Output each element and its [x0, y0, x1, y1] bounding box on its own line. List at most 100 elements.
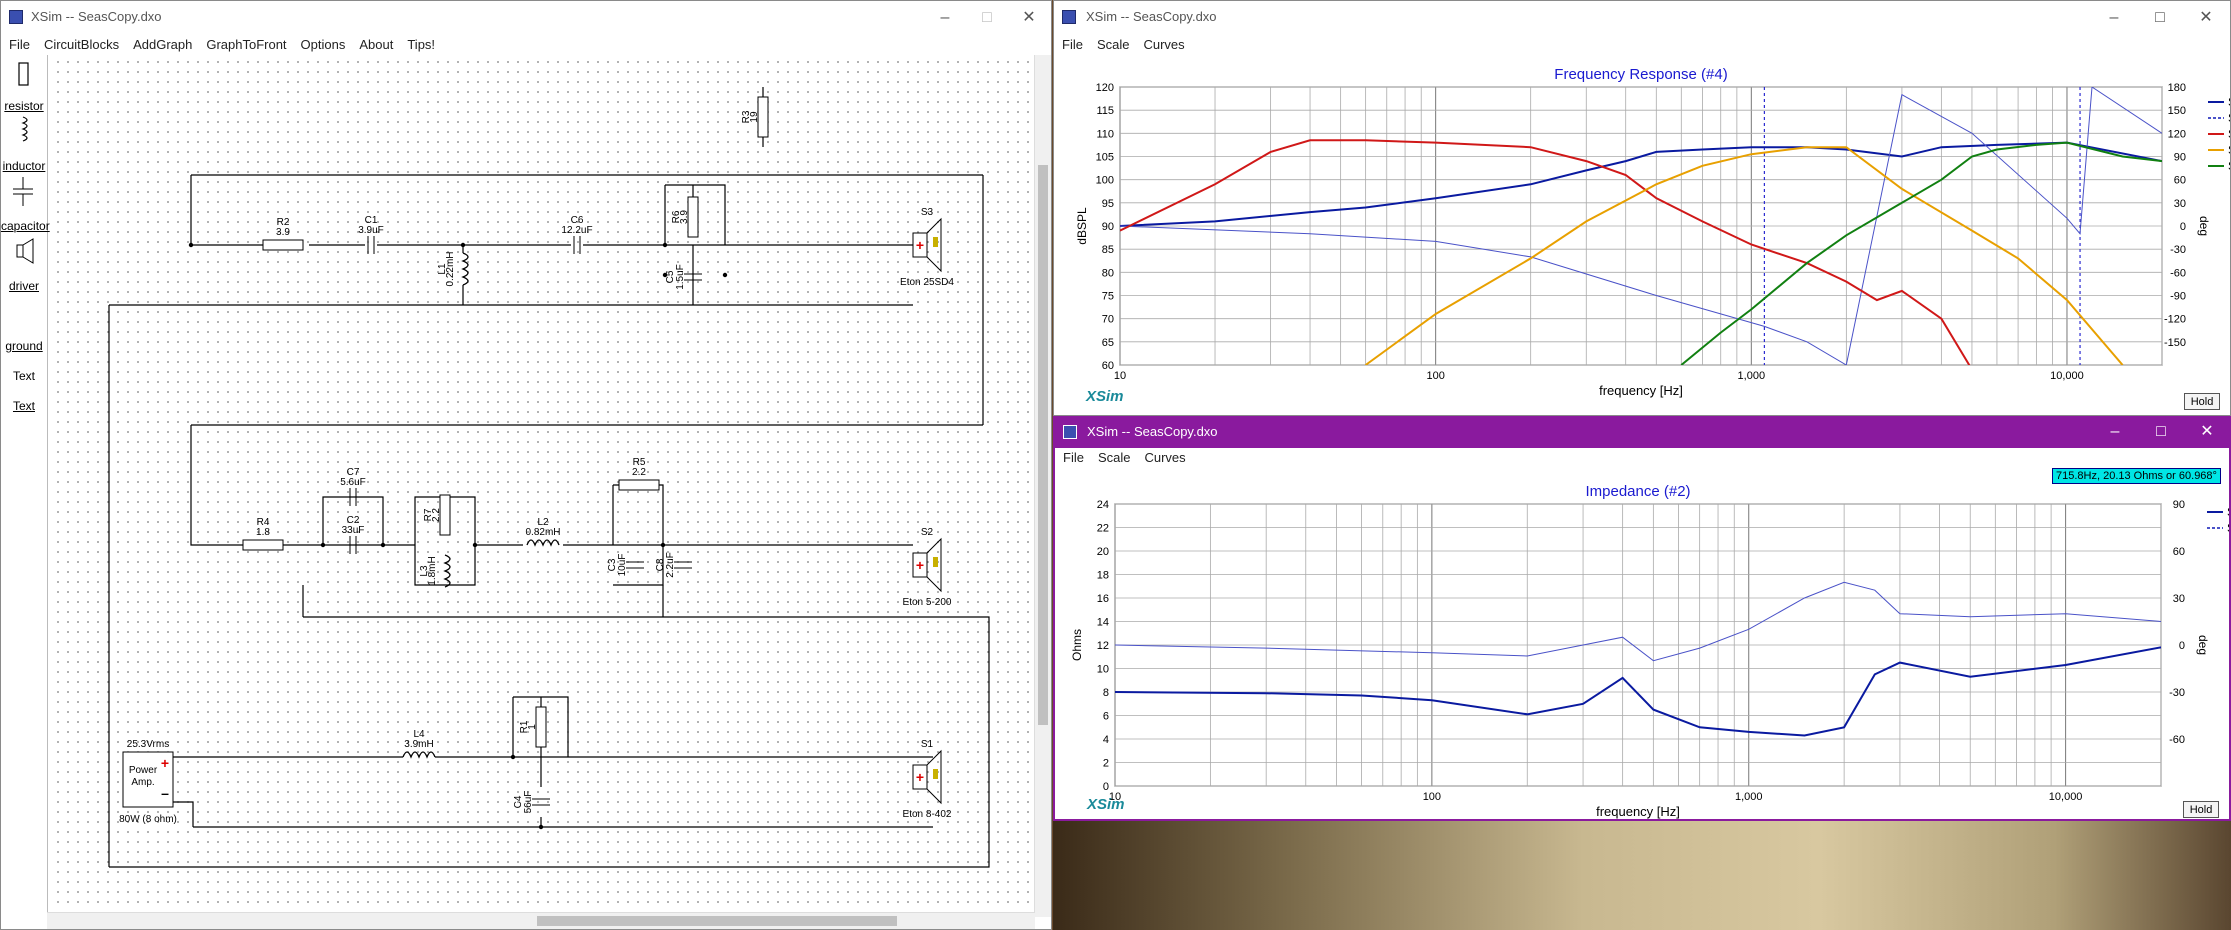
palette-resistor[interactable]: resistor	[1, 99, 47, 113]
minimize-icon[interactable]: –	[2102, 7, 2126, 29]
schematic-window: XSim -- SeasCopy.dxo – □ ✕ File CircuitBl…	[0, 0, 1052, 930]
y-tick-label: 100	[1096, 175, 1114, 187]
component-label: 1	[527, 724, 538, 730]
resistor-R2	[262, 239, 304, 251]
wire	[283, 496, 384, 546]
palette-text[interactable]: Text	[1, 369, 47, 383]
resistor-R5	[618, 479, 660, 491]
palette-driver[interactable]: driver	[1, 279, 47, 293]
component-label: Power	[129, 765, 158, 776]
y2-tick-label: 30	[2174, 198, 2186, 210]
component-label: S3	[921, 207, 934, 218]
minimize-icon[interactable]: –	[933, 7, 957, 29]
menu-scale[interactable]: Scale	[1097, 35, 1130, 55]
menu-curves[interactable]: Curves	[1144, 448, 1185, 468]
menu-addgraph[interactable]: AddGraph	[133, 35, 192, 55]
component-label: 3.9mH	[404, 739, 433, 750]
y-tick-label: 75	[1102, 291, 1114, 303]
menu-file[interactable]: File	[9, 35, 30, 55]
palette-ground[interactable]: ground	[1, 339, 47, 353]
y-tick-label: 20	[1097, 546, 1109, 558]
y-tick-label: 16	[1097, 593, 1109, 605]
driver-plus: +	[916, 557, 924, 573]
menu-curves[interactable]: Curves	[1143, 35, 1184, 55]
maximize-icon[interactable]: □	[975, 7, 999, 29]
title-bar[interactable]: XSim -- SeasCopy.dxo – □ ✕	[1, 1, 1051, 35]
component-label: 1.5uF	[675, 264, 686, 290]
x-tick-label: 10,000	[2049, 791, 2083, 803]
junction	[510, 754, 516, 760]
component-label: 56uF	[523, 791, 534, 814]
minimize-icon[interactable]: –	[2103, 421, 2127, 443]
component-label: 2.2uF	[665, 552, 676, 578]
title-bar[interactable]: XSim -- SeasCopy.dxo – □ ✕	[1054, 1, 2230, 35]
y-tick-label: 4	[1103, 734, 1109, 746]
component-label: 12.2uF	[561, 225, 592, 236]
horizontal-scrollbar[interactable]	[47, 912, 1035, 929]
legend-label: Sys°	[2228, 111, 2230, 125]
component-label: 5.6uF	[340, 477, 366, 488]
hold-button[interactable]: Hold	[2183, 801, 2219, 818]
component-label: 1.8mH	[427, 556, 438, 585]
legend-label: Sys	[2227, 505, 2229, 519]
y-tick-label: 90	[1102, 221, 1114, 233]
y2-tick-label: -60	[2169, 734, 2185, 746]
menu-bar: File Scale Curves	[1055, 448, 2229, 468]
component-label: S2	[921, 527, 934, 538]
maximize-icon[interactable]: □	[2148, 7, 2172, 29]
impedance-chart[interactable]: 024681012141618202224-60-30030609010 100 1…	[1055, 468, 2229, 820]
chart-title: Frequency Response (#4)	[1554, 66, 1727, 83]
menu-tips[interactable]: Tips!	[407, 35, 435, 55]
menu-about[interactable]: About	[359, 35, 393, 55]
vertical-scrollbar[interactable]	[1034, 55, 1051, 917]
menu-options[interactable]: Options	[301, 35, 346, 55]
wire	[190, 425, 243, 546]
title-bar[interactable]: XSim -- SeasCopy.dxo – □ ✕	[1055, 418, 2229, 448]
y2-axis-label: deg	[2197, 216, 2211, 236]
menu-bar: File Scale Curves	[1054, 35, 2230, 55]
window-title: XSim -- SeasCopy.dxo	[1086, 9, 1217, 24]
junction	[660, 542, 666, 548]
y-tick-label: 24	[1097, 499, 1109, 511]
y-tick-label: 60	[1102, 360, 1114, 372]
y-tick-label: 120	[1096, 82, 1114, 94]
hold-button[interactable]: Hold	[2184, 393, 2220, 410]
menu-file[interactable]: File	[1062, 35, 1083, 55]
schematic-canvas[interactable]: R2 3.9 C1 3.9uF C6 12.2uF L1 0.22mH R6 3.9 C5 1.5uF…	[53, 57, 1049, 909]
y-tick-label: 18	[1097, 570, 1109, 582]
component-label: Eton 8-402	[903, 809, 952, 820]
inductor-icon	[21, 116, 28, 142]
maximize-icon[interactable]: □	[2149, 421, 2173, 443]
junction	[188, 242, 194, 248]
close-icon[interactable]: ✕	[1017, 7, 1041, 29]
menu-circuitblocks[interactable]: CircuitBlocks	[44, 35, 119, 55]
palette-text-underlined[interactable]: Text	[1, 399, 47, 413]
scroll-thumb[interactable]	[1038, 165, 1048, 725]
palette-capacitor[interactable]: capacitor	[1, 219, 50, 233]
driver-cone	[933, 237, 938, 247]
menu-bar: File CircuitBlocks AddGraph GraphToFront Opt…	[1, 35, 1051, 55]
legend-label: Sys	[2228, 95, 2230, 109]
x-tick-label: 10,000	[2050, 370, 2084, 382]
frequency-response-chart[interactable]: 6065707580859095100105110115120-150-120-…	[1054, 57, 2230, 416]
frequency-response-window: XSim -- SeasCopy.dxo – □ ✕ File Scale Curv…	[1053, 0, 2231, 416]
close-icon[interactable]: ✕	[2195, 421, 2219, 443]
menu-graphtofront[interactable]: GraphToFront	[206, 35, 286, 55]
driver-cone	[933, 769, 938, 779]
component-label: 3.9	[679, 210, 690, 224]
component-palette: resistor inductor capacitor driver groun…	[1, 55, 50, 915]
component-label: 3.9uF	[358, 225, 384, 236]
y2-tick-label: -90	[2170, 291, 2186, 303]
component-label: Eton 5-200	[903, 597, 952, 608]
close-icon[interactable]: ✕	[2194, 7, 2218, 29]
menu-file[interactable]: File	[1063, 448, 1084, 468]
driver-plus: +	[916, 237, 924, 253]
menu-scale[interactable]: Scale	[1098, 448, 1131, 468]
junction	[472, 542, 478, 548]
x-tick-label: 100	[1426, 370, 1444, 382]
y2-axis-label: deg	[2196, 635, 2210, 655]
scroll-thumb[interactable]	[537, 916, 897, 926]
component-label: 10uF	[617, 554, 628, 577]
driver-plus: +	[916, 769, 924, 785]
palette-inductor[interactable]: inductor	[1, 159, 47, 173]
